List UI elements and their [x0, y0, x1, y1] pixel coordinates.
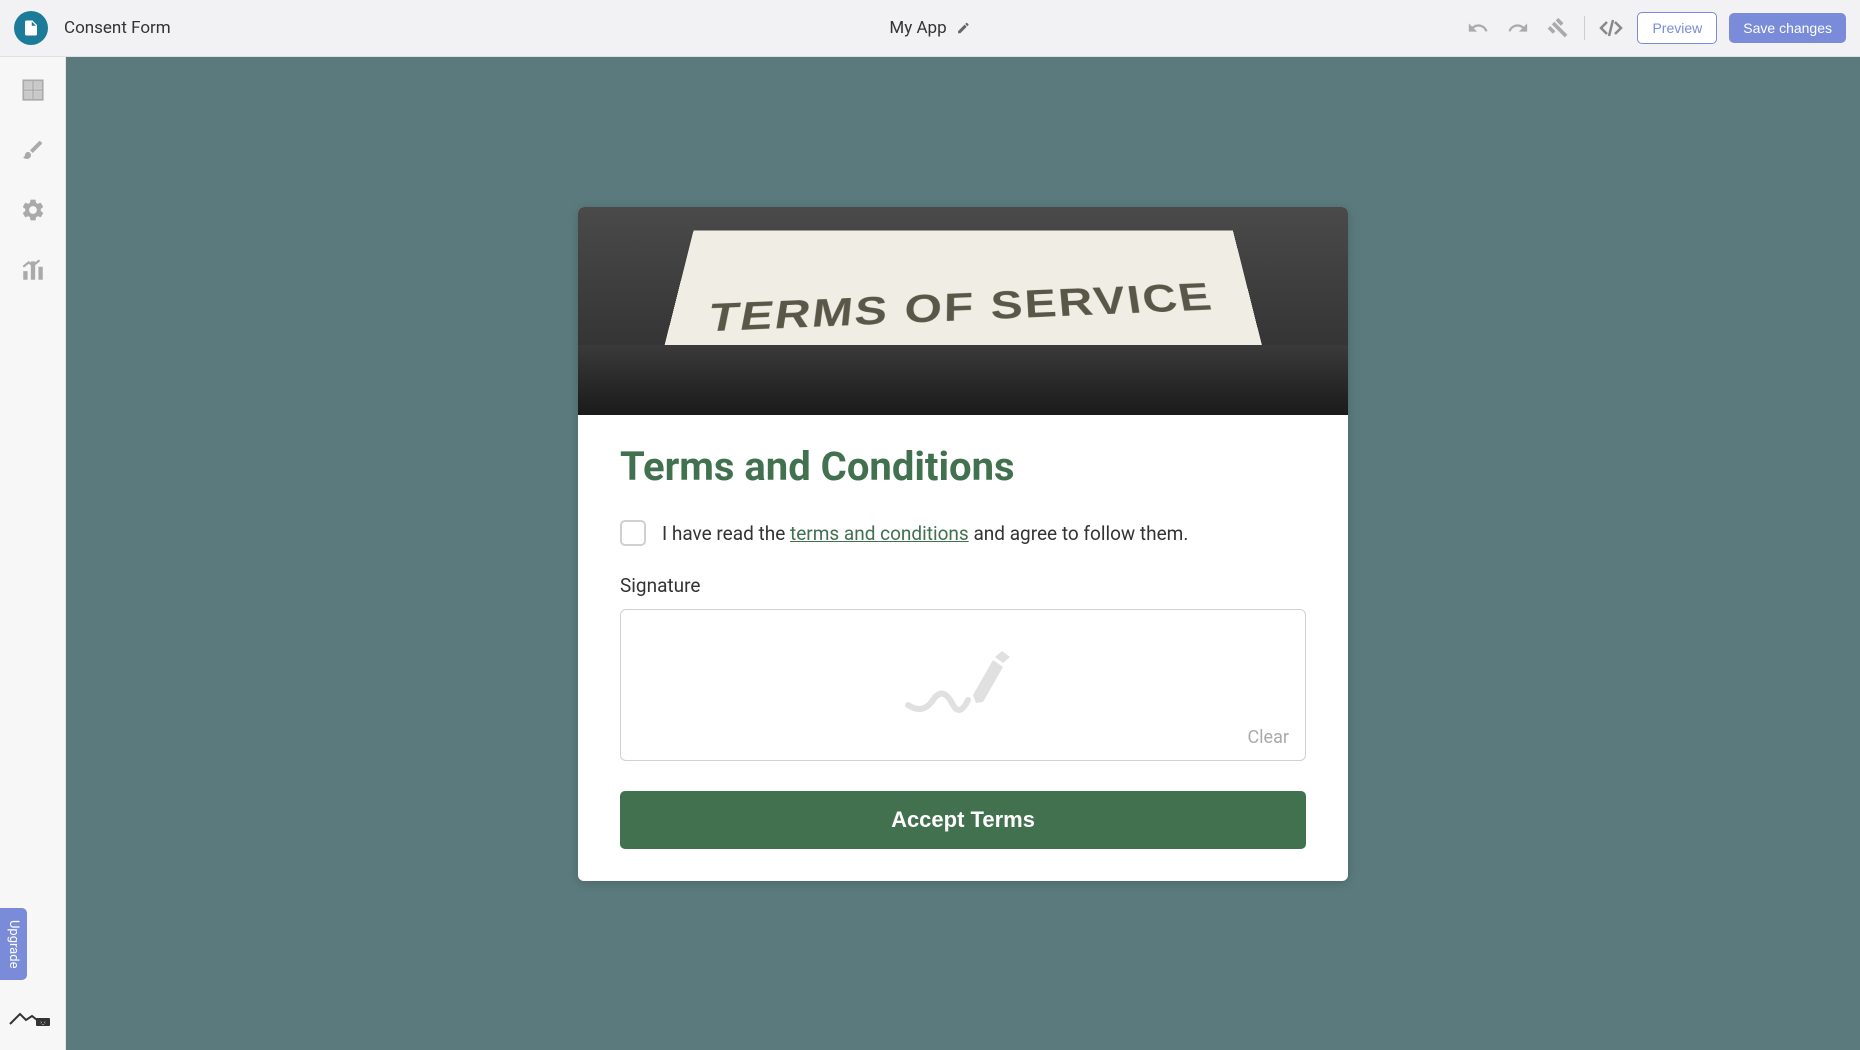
app-title-wrap: My App	[889, 18, 970, 38]
consent-suffix: and agree to follow them.	[969, 522, 1189, 545]
consent-text: I have read the terms and conditions and…	[662, 522, 1188, 545]
brush-icon	[21, 138, 45, 162]
hero-image: TERMS OF SERVICE	[578, 207, 1348, 415]
gear-icon	[20, 197, 46, 223]
chart-icon	[20, 257, 46, 283]
code-icon	[1599, 16, 1623, 40]
gavel-icon	[1547, 17, 1569, 39]
hero-text: TERMS OF SERVICE	[704, 275, 1217, 342]
rail-settings-button[interactable]	[18, 195, 48, 225]
app-logo[interactable]	[14, 11, 48, 45]
rail-design-button[interactable]	[18, 135, 48, 165]
svg-text:›_‹: ›_‹	[40, 1020, 46, 1026]
terms-link[interactable]: terms and conditions	[790, 522, 969, 545]
accept-terms-button[interactable]: Accept Terms	[620, 791, 1306, 849]
divider	[1584, 16, 1585, 40]
rail-grid-button[interactable]	[18, 75, 48, 105]
redo-icon	[1507, 17, 1529, 39]
consent-prefix: I have read the	[662, 522, 790, 545]
consent-checkbox-row: I have read the terms and conditions and…	[620, 520, 1306, 546]
left-rail: Upgrade ›_‹	[0, 57, 66, 1050]
document-icon	[22, 19, 40, 37]
edit-icon[interactable]	[957, 21, 971, 35]
typewriter-base	[578, 345, 1348, 415]
top-actions: Preview Save changes	[1464, 12, 1846, 44]
preview-button[interactable]: Preview	[1637, 12, 1717, 44]
upgrade-tab[interactable]: Upgrade	[0, 908, 27, 980]
canvas[interactable]: TERMS OF SERVICE Terms and Conditions I …	[66, 57, 1860, 1050]
page-name: Consent Form	[64, 18, 171, 38]
save-button[interactable]: Save changes	[1729, 13, 1846, 43]
code-button[interactable]	[1597, 14, 1625, 42]
top-bar: Consent Form My App Preview Save changes	[0, 0, 1860, 57]
signature-clear-button[interactable]: Clear	[1247, 727, 1289, 748]
app-title: My App	[889, 18, 946, 38]
undo-button[interactable]	[1464, 14, 1492, 42]
consent-form-card: TERMS OF SERVICE Terms and Conditions I …	[578, 207, 1348, 881]
signature-placeholder-icon	[898, 645, 1028, 725]
signature-input[interactable]: Clear	[620, 609, 1306, 761]
form-title: Terms and Conditions	[620, 443, 1306, 490]
consent-checkbox[interactable]	[620, 520, 646, 546]
brand-icon: ›_‹	[8, 1010, 52, 1030]
undo-icon	[1467, 17, 1489, 39]
build-button[interactable]	[1544, 14, 1572, 42]
rail-analytics-button[interactable]	[18, 255, 48, 285]
redo-button[interactable]	[1504, 14, 1532, 42]
main-layout: Upgrade ›_‹ TERMS OF SERVICE Terms and C…	[0, 57, 1860, 1050]
signature-label: Signature	[620, 574, 1306, 597]
form-body: Terms and Conditions I have read the ter…	[578, 415, 1348, 881]
grid-icon	[20, 77, 46, 103]
footer-logo: ›_‹	[8, 1010, 52, 1030]
